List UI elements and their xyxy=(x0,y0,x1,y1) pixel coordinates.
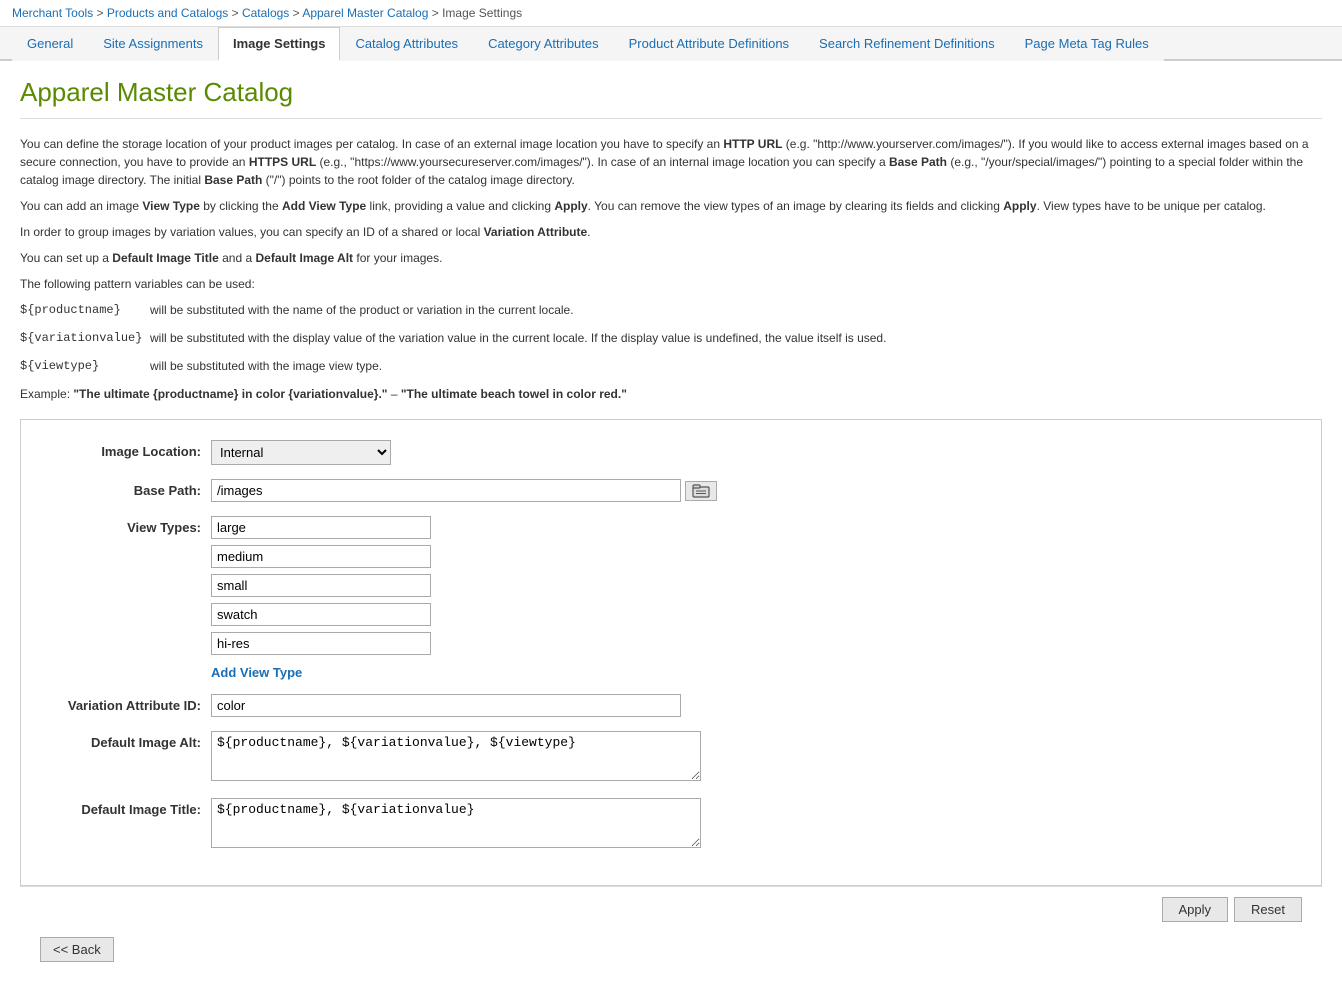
breadcrumb-apparel-master-catalog[interactable]: Apparel Master Catalog xyxy=(302,6,428,20)
desc-para-4: You can set up a Default Image Title and… xyxy=(20,249,1322,267)
view-types-label: View Types: xyxy=(41,516,211,535)
back-section: << Back xyxy=(20,932,1322,967)
tab-page-meta-tag-rules[interactable]: Page Meta Tag Rules xyxy=(1010,27,1164,61)
tab-catalog-attributes[interactable]: Catalog Attributes xyxy=(340,27,473,61)
tab-image-settings[interactable]: Image Settings xyxy=(218,27,340,61)
form-section: Image Location: Internal External HTTP E… xyxy=(20,419,1322,886)
tab-site-assignments[interactable]: Site Assignments xyxy=(88,27,218,61)
page-title: Apparel Master Catalog xyxy=(20,77,1322,119)
var-name-viewtype: ${viewtype} xyxy=(20,357,150,375)
var-name-productname: ${productname} xyxy=(20,301,150,319)
pattern-var-productname: ${productname} will be substituted with … xyxy=(20,301,1322,319)
view-type-input-1[interactable] xyxy=(211,545,431,568)
apply-button[interactable]: Apply xyxy=(1162,897,1229,922)
form-row-view-types: View Types: Add View Type xyxy=(41,516,1301,680)
tab-product-attribute-definitions[interactable]: Product Attribute Definitions xyxy=(614,27,804,61)
back-button[interactable]: << Back xyxy=(40,937,114,962)
breadcrumb-products-catalogs[interactable]: Products and Catalogs xyxy=(107,6,228,20)
footer-buttons: Apply Reset xyxy=(20,886,1322,932)
desc-para-2: You can add an image View Type by clicki… xyxy=(20,197,1322,215)
breadcrumb-catalogs[interactable]: Catalogs xyxy=(242,6,289,20)
pattern-var-variationvalue: ${variationvalue} will be substituted wi… xyxy=(20,329,1322,347)
base-path-label: Base Path: xyxy=(41,479,211,498)
breadcrumb: Merchant Tools > Products and Catalogs >… xyxy=(0,0,1342,27)
description-block: You can define the storage location of y… xyxy=(20,135,1322,403)
tab-bar: General Site Assignments Image Settings … xyxy=(0,27,1342,61)
view-types-list: Add View Type xyxy=(211,516,1301,680)
var-name-variationvalue: ${variationvalue} xyxy=(20,329,150,347)
tab-category-attributes[interactable]: Category Attributes xyxy=(473,27,614,61)
example-text: Example: "The ultimate {productname} in … xyxy=(20,385,1322,403)
variation-attr-input[interactable] xyxy=(211,694,681,717)
view-type-input-3[interactable] xyxy=(211,603,431,626)
pattern-var-viewtype: ${viewtype} will be substituted with the… xyxy=(20,357,1322,375)
browse-icon[interactable] xyxy=(685,481,717,501)
desc-para-1: You can define the storage location of y… xyxy=(20,135,1322,189)
form-row-default-image-title: Default Image Title: ${productname}, ${v… xyxy=(41,798,1301,851)
base-path-wrapper xyxy=(211,479,1301,502)
base-path-control xyxy=(211,479,1301,502)
image-location-control: Internal External HTTP External HTTPS xyxy=(211,440,1301,465)
add-view-type-link[interactable]: Add View Type xyxy=(211,665,1301,680)
breadcrumb-current: Image Settings xyxy=(442,6,522,20)
tab-general[interactable]: General xyxy=(12,27,88,61)
desc-para-5: The following pattern variables can be u… xyxy=(20,275,1322,293)
breadcrumb-merchant-tools[interactable]: Merchant Tools xyxy=(12,6,93,20)
var-desc-viewtype: will be substituted with the image view … xyxy=(150,357,382,375)
default-image-alt-textarea[interactable]: ${productname}, ${variationvalue}, ${vie… xyxy=(211,731,701,781)
form-row-image-location: Image Location: Internal External HTTP E… xyxy=(41,440,1301,465)
var-desc-variationvalue: will be substituted with the display val… xyxy=(150,329,886,347)
tab-search-refinement-definitions[interactable]: Search Refinement Definitions xyxy=(804,27,1010,61)
reset-button[interactable]: Reset xyxy=(1234,897,1302,922)
image-location-label: Image Location: xyxy=(41,440,211,459)
form-row-variation-attr: Variation Attribute ID: xyxy=(41,694,1301,717)
default-image-alt-label: Default Image Alt: xyxy=(41,731,211,750)
default-image-alt-control: ${productname}, ${variationvalue}, ${vie… xyxy=(211,731,1301,784)
base-path-input[interactable] xyxy=(211,479,681,502)
variation-attr-label: Variation Attribute ID: xyxy=(41,694,211,713)
default-image-title-label: Default Image Title: xyxy=(41,798,211,817)
view-types-control: Add View Type xyxy=(211,516,1301,680)
view-type-input-0[interactable] xyxy=(211,516,431,539)
var-desc-productname: will be substituted with the name of the… xyxy=(150,301,574,319)
view-type-input-2[interactable] xyxy=(211,574,431,597)
form-row-base-path: Base Path: xyxy=(41,479,1301,502)
default-image-title-control: ${productname}, ${variationvalue} xyxy=(211,798,1301,851)
content: Apparel Master Catalog You can define th… xyxy=(0,61,1342,983)
image-location-select[interactable]: Internal External HTTP External HTTPS xyxy=(211,440,391,465)
variation-attr-control xyxy=(211,694,1301,717)
view-type-input-4[interactable] xyxy=(211,632,431,655)
default-image-title-textarea[interactable]: ${productname}, ${variationvalue} xyxy=(211,798,701,848)
desc-para-3: In order to group images by variation va… xyxy=(20,223,1322,241)
form-row-default-image-alt: Default Image Alt: ${productname}, ${var… xyxy=(41,731,1301,784)
